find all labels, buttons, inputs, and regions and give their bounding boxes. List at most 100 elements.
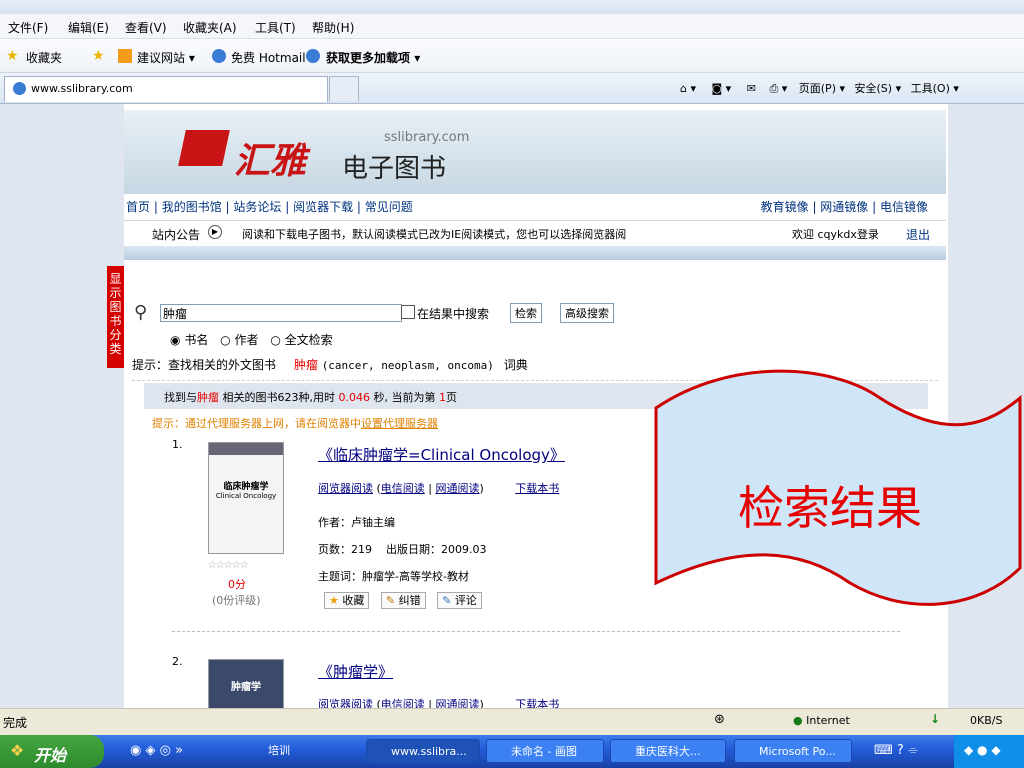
zone-indicator: ● Internet [793, 714, 850, 727]
comment-button[interactable]: ✎ 评论 [437, 592, 482, 609]
page-menu[interactable]: 页面(P) ▾ [799, 82, 845, 95]
nav-home[interactable]: 首页 [126, 200, 150, 214]
netcom-read-link[interactable]: 网通阅读 [436, 482, 480, 495]
safety-menu-label: 安全(S) [854, 82, 893, 95]
book-author: 作者：卢铀主编 [318, 516, 395, 529]
book-title-link[interactable]: 《肿瘤学》 [318, 661, 393, 682]
nav-faq[interactable]: 常见问题 [365, 200, 413, 214]
taskbar-item-powerpoint[interactable]: Microsoft Po... [734, 739, 852, 763]
cover-title: 肿瘤学 [231, 682, 261, 693]
read-links: 阅览器阅读 (电信阅读 | 网通阅读) 下载本书 [318, 696, 559, 708]
book-cover[interactable]: 临床肿瘤学 Clinical Oncology [208, 442, 284, 554]
favorite-label: 收藏 [342, 594, 365, 607]
quick-launch-icons[interactable]: ◉ ◈ ◎ » [130, 743, 183, 758]
mail-icon[interactable]: ✉ [747, 82, 756, 95]
tools-menu[interactable]: 工具(O) ▾ [911, 82, 959, 95]
feeds-icon[interactable]: ◙ ▾ [712, 82, 732, 95]
print-icon[interactable]: ⎙ ▾ [769, 82, 787, 95]
mirror-netcom[interactable]: 网通镜像 [820, 200, 868, 214]
result-number: 2. [172, 655, 183, 668]
telecom-read-link[interactable]: 电信阅读 [381, 482, 425, 495]
taskbar-item-ie2[interactable]: 重庆医科大... [610, 739, 726, 763]
page-left-gutter [0, 104, 124, 708]
menu-help[interactable]: 帮助(H) [312, 19, 354, 36]
menu-edit[interactable]: 编辑(E) [68, 19, 109, 36]
addons-link[interactable]: 获取更多加载项 ▾ [326, 49, 420, 66]
book-title-link[interactable]: 《临床肿瘤学=Clinical Oncology》 [318, 444, 565, 465]
ie-icon [13, 82, 26, 95]
safety-menu[interactable]: 安全(S) ▾ [855, 82, 902, 95]
suggested-sites-link[interactable]: 建议网站 ▾ [137, 49, 195, 66]
summary-term: 肿瘤 [197, 391, 219, 404]
menu-file[interactable]: 文件(F) [8, 19, 48, 36]
option-author: 作者 [234, 333, 259, 347]
zone-label: Internet [806, 714, 850, 727]
tools-menu-label: 工具(O) [910, 82, 950, 95]
radio-fulltext[interactable]: ○ [270, 333, 280, 347]
taskbar-item-label: 重庆医科大... [635, 745, 701, 758]
callout-text: 检索结果 [738, 481, 922, 535]
proxy-settings-link[interactable]: 设置代理服务器 [361, 417, 438, 430]
site-logo: 汇雅 [234, 140, 307, 182]
menu-favorites[interactable]: 收藏夹(A) [183, 19, 237, 36]
taskbar-item-ie[interactable]: www.sslibra... [366, 739, 480, 763]
search-button[interactable]: 检索 [510, 303, 542, 323]
comment-label: 评论 [454, 594, 477, 607]
windows-logo-icon: ❖ [10, 741, 25, 760]
menu-view[interactable]: 查看(V) [125, 19, 167, 36]
mirror-telecom[interactable]: 电信镜像 [880, 200, 928, 214]
telecom-read-link[interactable]: 电信阅读 [381, 698, 425, 708]
logout-link[interactable]: 退出 [906, 226, 930, 243]
favorites-button[interactable]: 收藏夹 [26, 49, 62, 66]
edit-icon: ✎ [385, 594, 396, 607]
play-icon[interactable]: ▶ [208, 225, 222, 239]
nav-forum[interactable]: 站务论坛 [233, 200, 281, 214]
tray-icons[interactable]: ◆ ● ◆ [964, 743, 1001, 757]
nav-my-library[interactable]: 我的图书馆 [162, 200, 222, 214]
comment-icon: ✎ [442, 594, 452, 607]
netcom-read-link[interactable]: 网通阅读 [436, 698, 480, 708]
hint-term[interactable]: 肿瘤 [294, 358, 318, 372]
notice-text: 阅读和下载电子图书，默认阅读模式已改为IE阅读模式，您也可以选择阅览器阅 [242, 228, 627, 241]
ie-icon [306, 49, 320, 63]
download-link[interactable]: 下载本书 [515, 698, 559, 708]
favorite-button[interactable]: ★ 收藏 [324, 592, 370, 609]
speed-indicator: 0KB/S [970, 714, 1003, 727]
advanced-search-button[interactable]: 高级搜索 [560, 303, 614, 323]
add-favorite-icon[interactable]: ★ [92, 48, 105, 64]
reader-read-link[interactable]: 阅览器阅读 [318, 698, 373, 708]
option-title: 书名 [184, 333, 209, 347]
mirror-nav: 教育镜像 | 网通镜像 | 电信镜像 [760, 200, 928, 214]
book-cover[interactable]: 肿瘤学 [208, 659, 284, 708]
notice-label: 站内公告 [152, 228, 201, 242]
new-tab-button[interactable] [329, 76, 359, 101]
in-results-checkbox[interactable] [401, 305, 415, 319]
taskbar-item-training[interactable]: 培训 [244, 739, 354, 763]
start-button[interactable]: ❖ 开始 [0, 735, 104, 768]
hotmail-link[interactable]: 免费 Hotmail [231, 49, 306, 66]
menu-bar: 文件(F) 编辑(E) 查看(V) 收藏夹(A) 工具(T) 帮助(H) [0, 14, 1024, 39]
taskbar-item-paint[interactable]: 未命名 - 画图 [486, 739, 604, 763]
tab-title: www.sslibrary.com [31, 82, 133, 95]
taskbar-item-label: Microsoft Po... [759, 745, 836, 758]
radio-author[interactable]: ○ [220, 333, 230, 347]
download-link[interactable]: 下载本书 [515, 482, 559, 495]
report-error-button[interactable]: ✎ 纠错 [380, 592, 426, 609]
menu-tools[interactable]: 工具(T) [255, 19, 296, 36]
search-scope: ◉ 书名 ○ 作者 ○ 全文检索 [170, 331, 333, 348]
category-side-tab[interactable]: 显示图书分类 [107, 266, 124, 368]
browser-tab[interactable]: www.sslibrary.com [4, 76, 328, 102]
taskbar-item-label: 未命名 - 画图 [511, 745, 577, 758]
nav-reader-download[interactable]: 阅览器下载 [293, 200, 353, 214]
cover-subtitle: Clinical Oncology [215, 492, 277, 500]
search-input[interactable] [160, 304, 402, 322]
rating-stars-icon[interactable]: ☆☆☆☆☆ [208, 560, 249, 571]
language-bar-icons[interactable]: ⌨ ? ⌯ [874, 743, 918, 758]
dictionary-link[interactable]: 词典 [504, 358, 528, 372]
reader-read-link[interactable]: 阅览器阅读 [318, 482, 373, 495]
home-icon[interactable]: ⌂ ▾ [680, 82, 696, 95]
summary-time: 0.046 [338, 391, 371, 404]
mirror-edu[interactable]: 教育镜像 [761, 200, 809, 214]
result-number: 1. [172, 438, 183, 451]
radio-title-selected[interactable]: ◉ [170, 333, 180, 347]
